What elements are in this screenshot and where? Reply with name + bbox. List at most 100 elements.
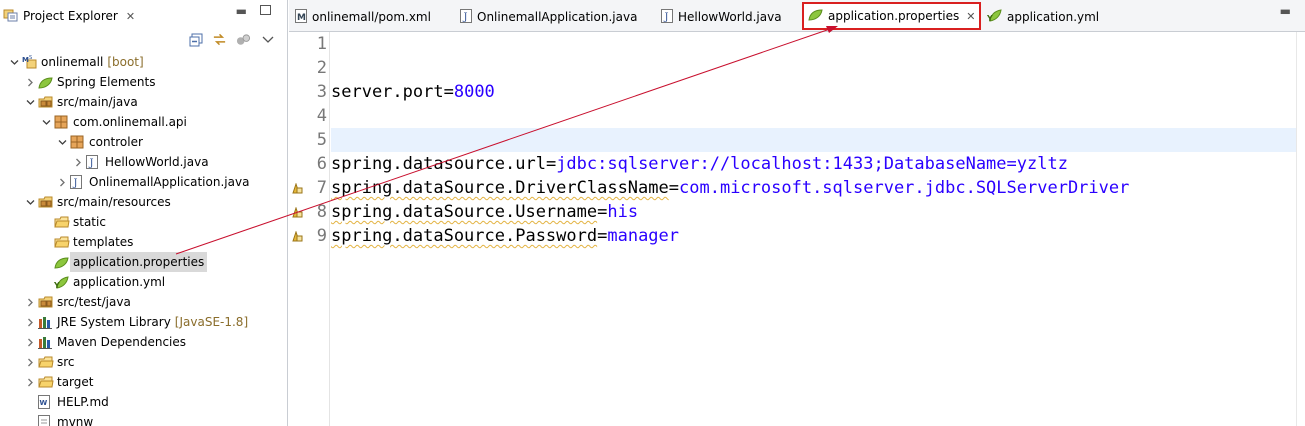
source-folder-icon xyxy=(38,295,53,309)
focus-icon[interactable] xyxy=(236,32,251,47)
tree-item-target[interactable]: target xyxy=(0,372,287,392)
tree-item-jre-system-library[interactable]: JRE System Library [JavaSE-1.8] xyxy=(0,312,287,332)
tree-item-controler[interactable]: controler xyxy=(0,132,287,152)
line-number: 6 xyxy=(316,154,327,174)
tree-item-text: HellowWorld.java xyxy=(105,155,209,169)
tree-item-help-md[interactable]: W HELP.md xyxy=(0,392,287,412)
tree-item-templates[interactable]: templates xyxy=(0,232,287,252)
code-line[interactable]: spring.dataSource.DriverClassName=com.mi… xyxy=(331,176,1129,200)
close-icon[interactable]: ✕ xyxy=(966,10,975,23)
tab-application-yml[interactable]: Y application.yml xyxy=(986,6,1099,28)
tab-label: OnlinemallApplication.java xyxy=(477,10,638,24)
property-value: his xyxy=(607,202,639,222)
code-line[interactable]: server.port=8000 xyxy=(331,80,495,104)
tree-item-decoration: [boot] xyxy=(107,55,144,69)
minimize-icon[interactable]: ▬ xyxy=(236,4,247,18)
tree-item-label: mvnw xyxy=(57,412,93,426)
svg-text:W: W xyxy=(40,399,48,407)
chevron-down-icon[interactable] xyxy=(9,52,19,72)
close-icon[interactable]: ✕ xyxy=(126,10,135,23)
project-tree: M Sonlinemall [boot] Spring Elements src/mai… xyxy=(0,52,287,426)
tab-hellow-world[interactable]: J HellowWorld.java xyxy=(661,6,782,28)
svg-text:J: J xyxy=(664,12,669,23)
code-editor[interactable]: 123456789 server.port=8000 spring.datasou… xyxy=(289,32,1305,426)
tree-item-text: HELP.md xyxy=(57,395,109,409)
chevron-down-icon[interactable] xyxy=(25,192,35,212)
svg-text:J: J xyxy=(73,178,78,189)
chevron-right-icon[interactable] xyxy=(57,172,67,192)
tree-item-onlinemallapplication-java[interactable]: J OnlinemallApplication.java xyxy=(0,172,287,192)
code-line[interactable]: spring.dataSource.Username=his xyxy=(331,200,638,224)
source-folder-icon xyxy=(38,95,53,109)
line-number: 2 xyxy=(316,58,327,78)
equals-sign: = xyxy=(668,178,680,198)
chevron-down-icon[interactable] xyxy=(41,112,51,132)
project-explorer-tab[interactable]: Project Explorer ✕ xyxy=(3,4,135,28)
tree-item-label: src/main/java xyxy=(57,92,138,112)
library-icon xyxy=(38,335,53,349)
equals-sign: = xyxy=(443,82,454,102)
chevron-right-icon[interactable] xyxy=(25,72,35,92)
warning-marker-icon[interactable] xyxy=(292,206,303,218)
tree-item-label: OnlinemallApplication.java xyxy=(89,172,249,192)
tree-item-src-test-java[interactable]: src/test/java xyxy=(0,292,287,312)
chevron-right-icon[interactable] xyxy=(25,332,35,352)
chevron-right-icon[interactable] xyxy=(25,292,35,312)
java-file-icon: J xyxy=(460,8,472,26)
tree-item-label: HELP.md xyxy=(57,392,109,412)
code-line[interactable]: spring.dataSource.Password=manager xyxy=(331,224,679,248)
maximize-icon[interactable] xyxy=(260,5,271,15)
tab-onlinemall-application[interactable]: J OnlinemallApplication.java xyxy=(460,6,637,28)
tree-item-maven-dependencies[interactable]: Maven Dependencies xyxy=(0,332,287,352)
editor-tab-bar: M onlinemall/pom.xml J OnlinemallApplica… xyxy=(289,0,1305,32)
tree-item-text: com.onlinemall.api xyxy=(73,115,187,129)
tree-item-label: application.yml xyxy=(73,272,165,292)
chevron-down-icon[interactable] xyxy=(57,132,67,152)
warning-marker-icon[interactable] xyxy=(292,182,303,194)
minimize-icon[interactable]: ▬ xyxy=(1280,4,1291,18)
chevron-down-icon[interactable] xyxy=(25,92,35,112)
link-with-editor-icon[interactable] xyxy=(212,32,227,47)
chevron-right-icon[interactable] xyxy=(25,352,35,372)
equals-sign: = xyxy=(597,226,608,246)
tree-item-mvnw[interactable]: mvnw xyxy=(0,412,287,426)
folder-icon xyxy=(38,355,54,369)
tree-item-application-yml[interactable]: Yapplication.yml xyxy=(0,272,287,292)
svg-text:Y: Y xyxy=(54,281,60,289)
vertical-scrollbar[interactable] xyxy=(1296,32,1305,426)
code-line[interactable]: spring.datasource.url=jdbc:sqlserver://l… xyxy=(331,152,1068,176)
tree-item-onlinemall[interactable]: M Sonlinemall [boot] xyxy=(0,52,287,72)
tree-item-src-main-resources[interactable]: src/main/resources xyxy=(0,192,287,212)
tree-item-spring-elements[interactable]: Spring Elements xyxy=(0,72,287,92)
spring-leaf-icon xyxy=(808,8,823,24)
tree-item-hellowworld-java[interactable]: J HellowWorld.java xyxy=(0,152,287,172)
chevron-right-icon[interactable] xyxy=(25,372,35,392)
explorer-header: Project Explorer ✕ ▬ xyxy=(0,0,287,30)
maven-project-icon: MS xyxy=(22,55,37,69)
tree-item-text: src xyxy=(57,355,75,369)
tab-pom-xml[interactable]: M onlinemall/pom.xml xyxy=(295,6,431,28)
project-explorer-title: Project Explorer xyxy=(23,9,118,23)
svg-text:J: J xyxy=(463,12,468,23)
tree-item-text: src/test/java xyxy=(57,295,131,309)
tree-item-src[interactable]: src xyxy=(0,352,287,372)
tree-item-text: application.properties xyxy=(73,255,205,269)
tab-application-properties[interactable]: application.properties ✕ xyxy=(802,2,982,30)
chevron-right-icon[interactable] xyxy=(25,312,35,332)
tree-item-application-properties[interactable]: application.properties xyxy=(0,252,287,272)
tree-item-src-main-java[interactable]: src/main/java xyxy=(0,92,287,112)
tree-item-label: Maven Dependencies xyxy=(57,332,186,352)
warning-marker-icon[interactable] xyxy=(292,230,303,242)
chevron-right-icon[interactable] xyxy=(73,152,83,172)
maven-pom-icon: M xyxy=(295,8,307,26)
tree-item-static[interactable]: static xyxy=(0,212,287,232)
code-line[interactable] xyxy=(331,128,1297,152)
folder-icon xyxy=(38,375,54,389)
collapse-all-icon[interactable] xyxy=(188,32,203,47)
project-explorer-view: Project Explorer ✕ ▬ MSonlinemall [boot]… xyxy=(0,0,288,426)
tree-item-com-onlinemall-api[interactable]: com.onlinemall.api xyxy=(0,112,287,132)
folder-icon xyxy=(54,215,70,229)
view-menu-icon[interactable] xyxy=(260,32,275,47)
